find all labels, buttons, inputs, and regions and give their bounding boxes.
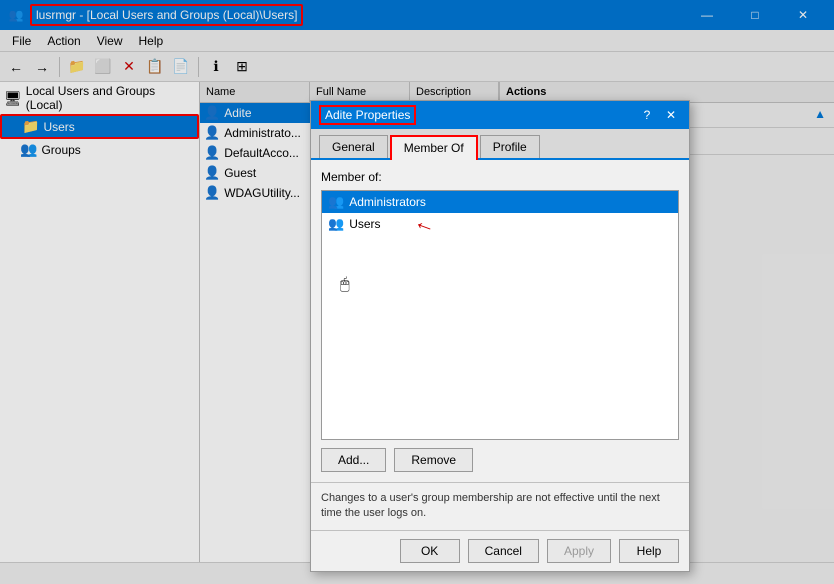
dialog-note: Changes to a user's group membership are…: [321, 491, 679, 522]
dialog-help-button[interactable]: ?: [637, 105, 657, 125]
group-name-administrators: Administrators: [349, 195, 426, 209]
cursor-annotation: 🖱: [340, 276, 350, 294]
tab-member-of[interactable]: Member Of: [390, 135, 478, 160]
help-button[interactable]: Help: [619, 539, 679, 563]
tab-profile[interactable]: Profile: [480, 135, 540, 158]
adite-properties-dialog: Adite Properties ? ✕ General Member Of P…: [310, 100, 690, 572]
dialog-controls: ? ✕: [637, 105, 681, 125]
tab-general[interactable]: General: [319, 135, 388, 158]
add-button[interactable]: Add...: [321, 448, 386, 472]
member-of-label: Member of:: [321, 170, 679, 184]
dialog-title: Adite Properties: [319, 105, 416, 125]
dialog-overlay: Adite Properties ? ✕ General Member Of P…: [0, 0, 834, 584]
group-item-administrators[interactable]: 👥 Administrators: [322, 191, 678, 213]
group-name-users: Users: [349, 217, 380, 231]
add-remove-row: Add... Remove: [321, 448, 679, 472]
dialog-close-button[interactable]: ✕: [661, 105, 681, 125]
cancel-button[interactable]: Cancel: [468, 539, 539, 563]
group-list: 👥 Administrators 👥 Users → 🖱: [321, 190, 679, 440]
group-icon-admin: 👥: [328, 194, 344, 210]
group-item-users[interactable]: 👥 Users: [322, 213, 678, 235]
dialog-title-bar: Adite Properties ? ✕: [311, 101, 689, 129]
dialog-action-buttons: OK Cancel Apply Help: [311, 530, 689, 571]
apply-button[interactable]: Apply: [547, 539, 611, 563]
dialog-content: Member of: 👥 Administrators 👥 Users → 🖱: [311, 160, 689, 482]
group-icon-users: 👥: [328, 216, 344, 232]
main-window: 👥 lusrmgr - [Local Users and Groups (Loc…: [0, 0, 834, 584]
dialog-tabs: General Member Of Profile: [311, 129, 689, 160]
ok-button[interactable]: OK: [400, 539, 460, 563]
remove-button[interactable]: Remove: [394, 448, 473, 472]
dialog-bottom: Changes to a user's group membership are…: [311, 482, 689, 530]
